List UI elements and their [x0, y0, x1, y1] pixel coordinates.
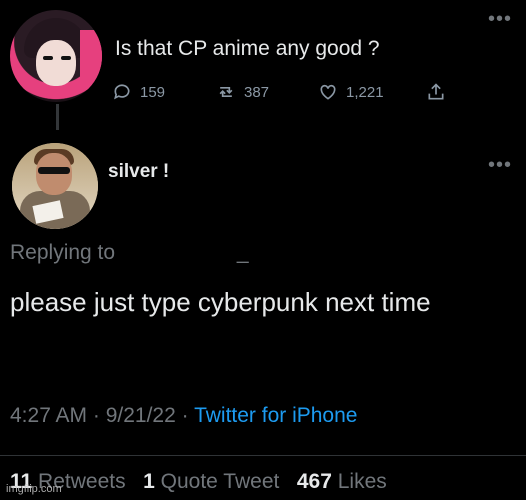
avatar-eye [43, 56, 53, 60]
quote-label: Quote Tweet [160, 470, 280, 493]
tweet-timestamp[interactable]: 4:27 AM · 9/21/22 · [10, 404, 194, 427]
replying-to-handle-redacted[interactable] [121, 248, 237, 258]
quote-number: 1 [143, 470, 155, 493]
tweet-text: Is that CP anime any good ? [115, 37, 380, 60]
tweet-source-link[interactable]: Twitter for iPhone [194, 404, 357, 427]
replying-to-label: Replying to [10, 241, 116, 264]
divider [0, 455, 526, 456]
reply-button[interactable]: 159 [112, 82, 165, 102]
likes-label: Likes [337, 470, 387, 493]
likes-number: 467 [296, 470, 332, 493]
avatar-face [36, 40, 76, 86]
watermark: imgflip.com [6, 483, 62, 495]
quote-stat[interactable]: 1 Quote Tweet [143, 470, 279, 493]
like-count: 1,221 [346, 83, 384, 101]
retweet-button[interactable]: 387 [216, 82, 269, 102]
engagement-counts: 11 Retweets 1 Quote Tweet 467 Likes [10, 470, 387, 494]
avatar-face [36, 153, 72, 195]
like-button[interactable]: 1,221 [318, 82, 384, 102]
reply-icon [114, 84, 130, 100]
heart-icon [320, 84, 336, 100]
avatar-original-poster[interactable] [10, 10, 102, 102]
likes-stat[interactable]: 467 Likes [297, 470, 387, 493]
tweet-meta: 4:27 AM · 9/21/22 · Twitter for iPhone [10, 404, 357, 428]
retweet-count: 387 [244, 83, 270, 101]
avatar-reply-author[interactable] [12, 143, 98, 229]
share-button[interactable] [426, 82, 446, 102]
author-display-name[interactable]: silver ! [108, 161, 169, 183]
replying-to-handle-suffix[interactable]: _ [237, 241, 249, 264]
retweet-icon [219, 87, 233, 97]
avatar-eye [61, 56, 71, 60]
replying-to-line: Replying to _ [10, 241, 249, 265]
avatar-accent [80, 30, 102, 90]
avatar-sunglasses [38, 167, 70, 174]
tweet-body: please just type cyberpunk next time [10, 287, 431, 317]
more-options-icon[interactable]: ••• [488, 9, 512, 29]
reply-count: 159 [140, 83, 166, 101]
thread-connector [56, 104, 59, 130]
more-options-icon[interactable]: ••• [488, 155, 512, 175]
share-icon [428, 83, 444, 100]
